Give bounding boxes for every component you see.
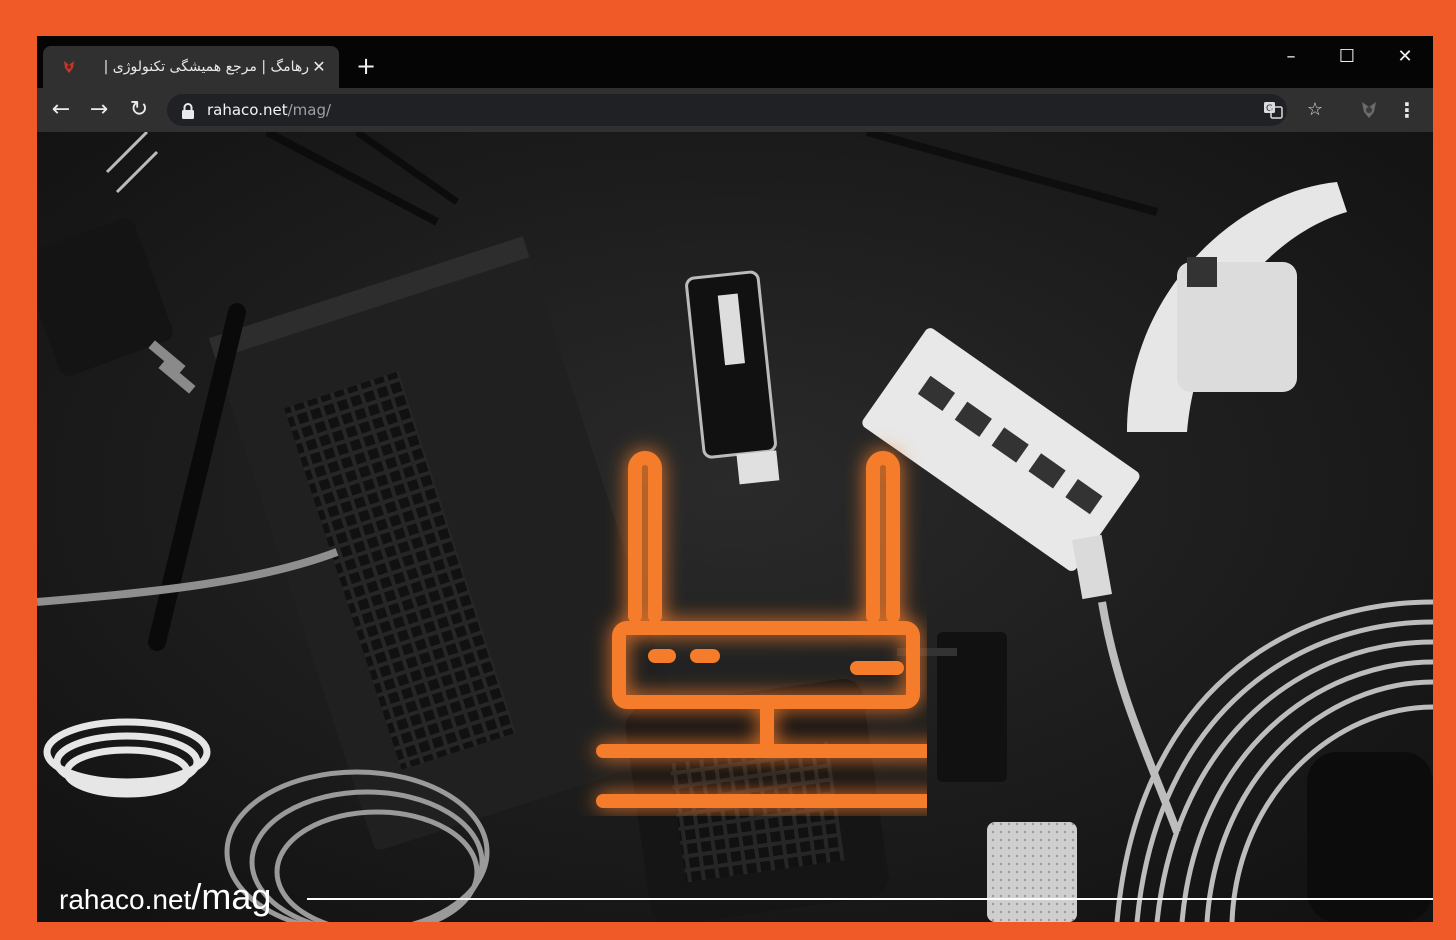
- close-window-button[interactable]: ✕: [1385, 42, 1425, 72]
- watermark-domain: rahaco.net: [59, 884, 192, 915]
- tab-close-icon[interactable]: ✕: [309, 57, 329, 77]
- tab-title: رهامگ | مرجع همیشگی تکنولوژی |: [103, 59, 309, 75]
- router-icon: [596, 451, 927, 808]
- svg-text:G: G: [1266, 104, 1273, 114]
- lock-icon: [182, 103, 194, 119]
- extension-icon[interactable]: [1357, 98, 1381, 122]
- url-host: rahaco.net: [207, 101, 288, 119]
- back-button[interactable]: ←: [47, 96, 75, 124]
- new-tab-button[interactable]: +: [353, 53, 379, 79]
- title-bar: رهامگ | مرجع همیشگی تکنولوژی | ✕ + – ☐ ✕: [37, 36, 1433, 88]
- translate-icon[interactable]: G: [1261, 98, 1285, 122]
- star-icon[interactable]: ☆: [1303, 98, 1327, 122]
- browser-window: رهامگ | مرجع همیشگی تکنولوژی | ✕ + – ☐ ✕…: [37, 36, 1433, 922]
- tab-rahamag[interactable]: رهامگ | مرجع همیشگی تکنولوژی | ✕: [43, 46, 339, 88]
- address-bar[interactable]: rahaco.net/mag/ G ☆: [167, 94, 1323, 126]
- page-content: rahaco.net/mag: [37, 132, 1433, 922]
- forward-button[interactable]: →: [85, 96, 113, 124]
- minimize-button[interactable]: –: [1271, 42, 1311, 72]
- url-path: /mag/: [287, 101, 332, 119]
- watermark-underline: [307, 898, 1433, 900]
- kebab-menu-icon[interactable]: ⋮: [1395, 96, 1419, 124]
- maximize-button[interactable]: ☐: [1327, 42, 1367, 72]
- reload-button[interactable]: ↻: [125, 96, 153, 124]
- watermark-path: /mag: [191, 876, 272, 917]
- rahaco-favicon-icon: [64, 61, 74, 73]
- url-text[interactable]: rahaco.net/mag/: [207, 100, 331, 120]
- watermark-text: rahaco.net/mag: [59, 876, 272, 917]
- browser-toolbar: ← → ↻ rahaco.net/mag/ G ☆ ⋮: [37, 88, 1433, 132]
